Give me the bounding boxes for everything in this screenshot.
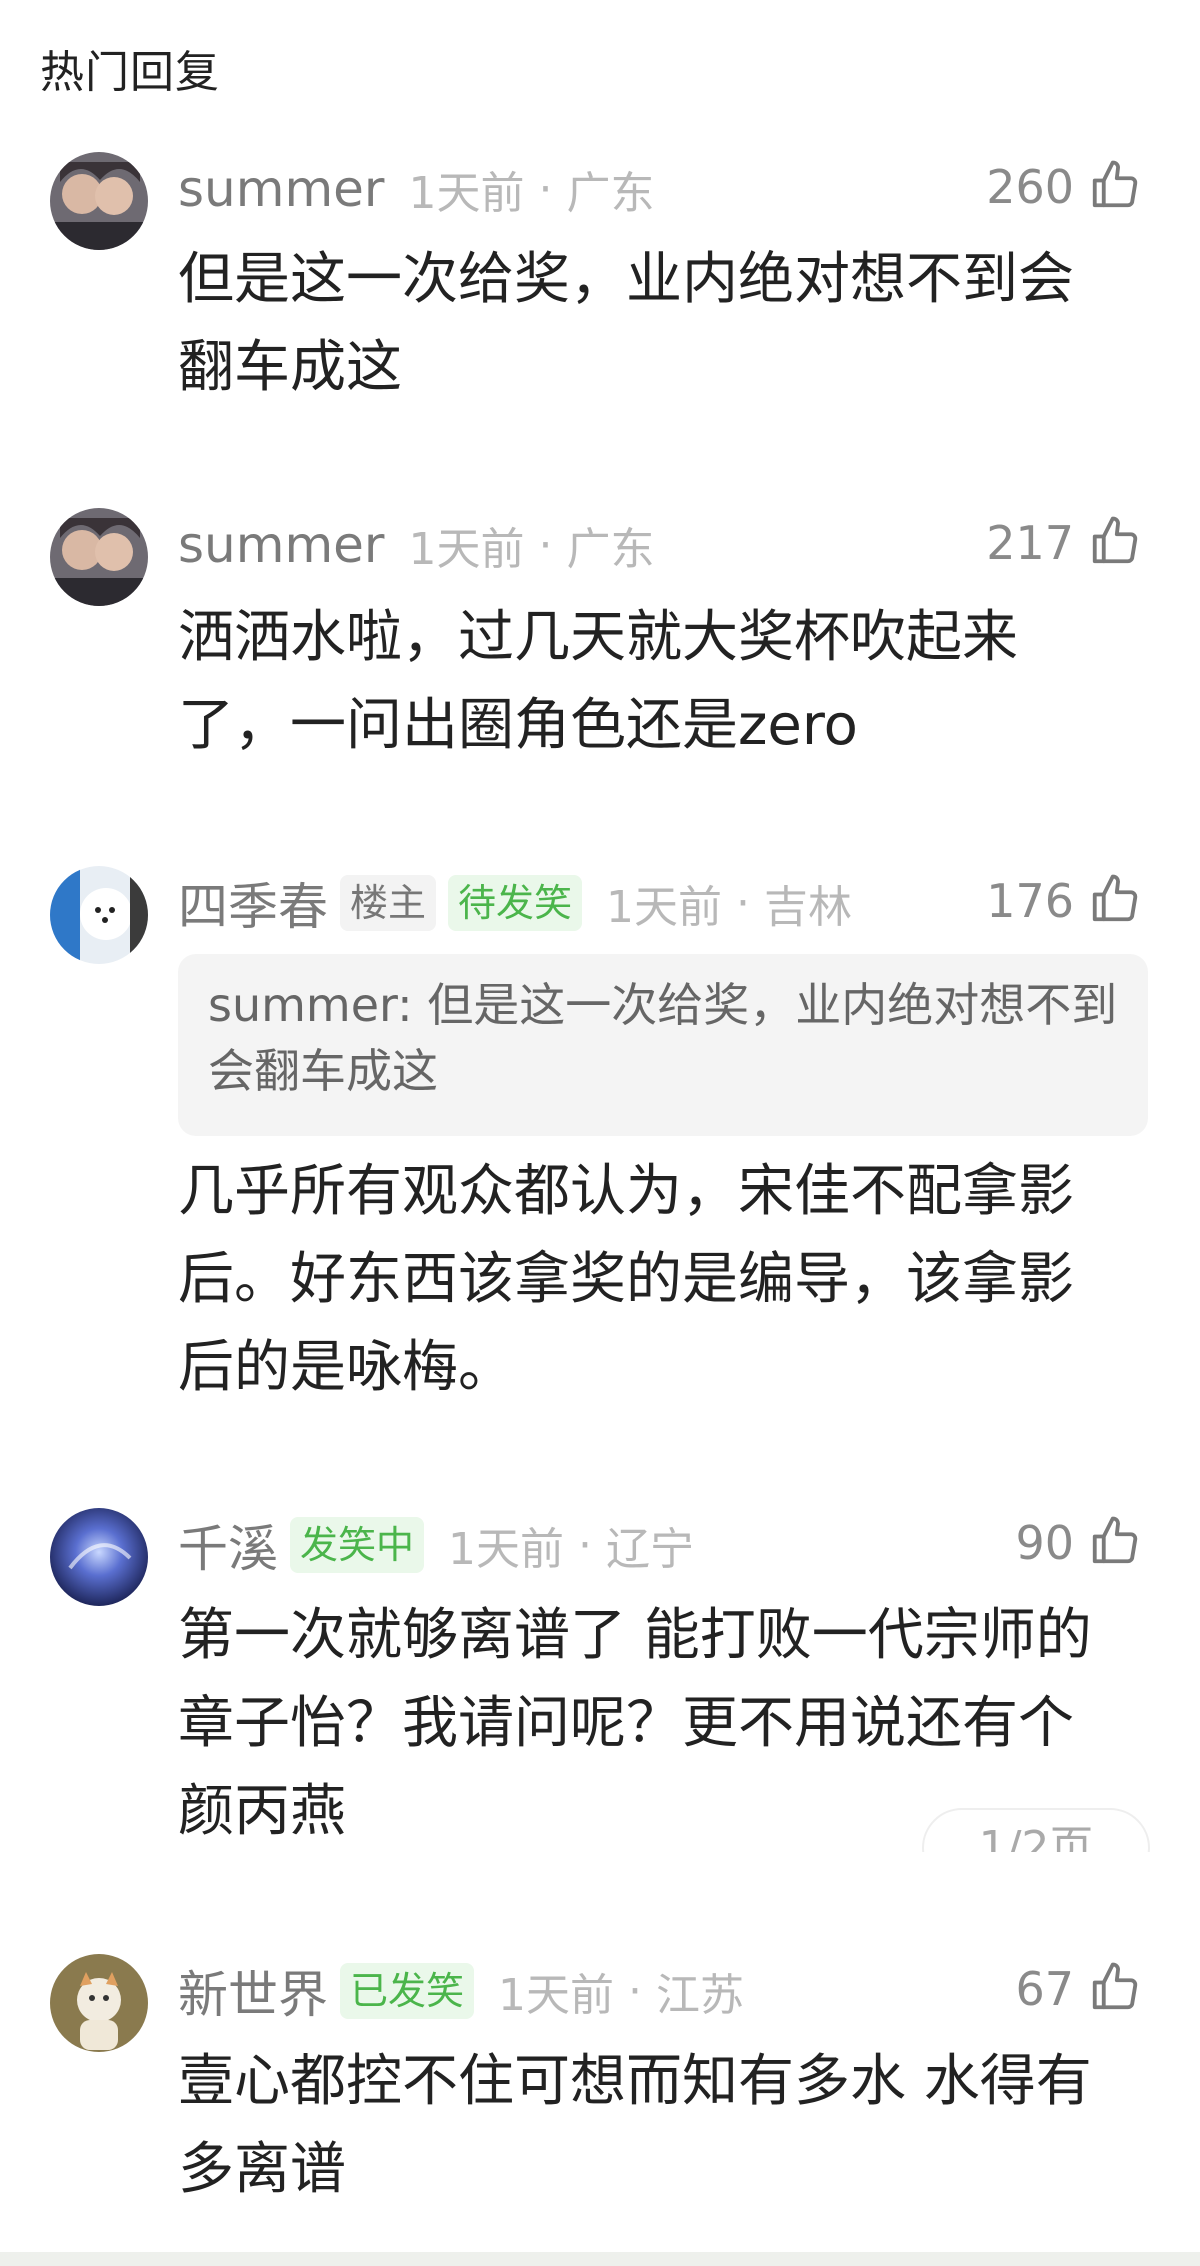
bottom-edge xyxy=(0,2252,1200,2266)
thumbs-up-icon xyxy=(1088,872,1142,930)
meta-separator: · xyxy=(628,1965,643,2017)
thumbs-up-icon xyxy=(1088,514,1142,572)
like-button[interactable]: 67 xyxy=(1015,1954,1142,2024)
op-badge: 楼主 xyxy=(340,875,437,931)
avatar[interactable] xyxy=(50,866,148,964)
like-count: 90 xyxy=(1015,1516,1074,1570)
thumbs-up-icon xyxy=(1088,1960,1142,2018)
avatar[interactable] xyxy=(50,1954,148,2052)
meta-separator: · xyxy=(578,1519,593,1571)
comment-time: 1天前 xyxy=(448,1524,565,1575)
comment-text: 几乎所有观众都认为，宋佳不配拿影后。好东西该拿奖的是编导，该拿影后的是咏梅。 xyxy=(178,1159,1074,1400)
comment-meta: summer 1天前 · 广东 xyxy=(178,154,654,224)
like-count: 260 xyxy=(986,160,1074,214)
like-button[interactable]: 260 xyxy=(986,152,1142,222)
section-title: 热门回复 xyxy=(40,47,220,98)
meta-separator: · xyxy=(538,519,553,571)
comment-time: 1天前 xyxy=(408,168,525,219)
comment-text: 洒洒水啦，过几天就大奖杯吹起来了，一问出圈角色还是zero xyxy=(178,605,1018,758)
username[interactable]: summer xyxy=(178,516,384,574)
comment-location: 广东 xyxy=(566,524,655,575)
comment-location: 江苏 xyxy=(656,1970,745,2021)
status-badge: 发笑中 xyxy=(290,1517,425,1573)
comment-meta: summer 1天前 · 广东 xyxy=(178,510,654,580)
comment-location: 广东 xyxy=(566,168,655,219)
username[interactable]: 千溪 xyxy=(178,1509,278,1581)
avatar[interactable] xyxy=(50,1508,148,1606)
username[interactable]: 新世界 xyxy=(178,1955,328,2027)
status-badge: 已发笑 xyxy=(340,1963,475,2019)
status-badge: 待发笑 xyxy=(448,875,583,931)
like-count: 217 xyxy=(986,516,1074,570)
comment-text: 壹心都控不住可想而知有多水 水得有多离谱 xyxy=(178,2049,1092,2202)
comment-location: 吉林 xyxy=(764,882,853,933)
avatar[interactable] xyxy=(50,508,148,606)
like-button[interactable]: 90 xyxy=(1015,1508,1142,1578)
avatar[interactable] xyxy=(50,152,148,250)
comment-meta: 四季春 楼主 待发笑 1天前 · 吉林 xyxy=(178,868,852,938)
quoted-reply[interactable]: summer: 但是这一次给奖，业内绝对想不到会翻车成这 xyxy=(178,954,1148,1136)
comment-time: 1天前 xyxy=(498,1970,615,2021)
comment-meta: 千溪 发笑中 1天前 · 辽宁 xyxy=(178,1510,694,1580)
comment-text: 但是这一次给奖，业内绝对想不到会翻车成这 xyxy=(178,247,1074,400)
divider xyxy=(0,1852,1200,1952)
thumbs-up-icon xyxy=(1088,158,1142,216)
meta-separator: · xyxy=(736,877,751,929)
like-button[interactable]: 176 xyxy=(986,866,1142,936)
comment-time: 1天前 xyxy=(606,882,723,933)
like-button[interactable]: 217 xyxy=(986,508,1142,578)
like-count: 176 xyxy=(986,874,1074,928)
comment-time: 1天前 xyxy=(408,524,525,575)
quote-text: summer: 但是这一次给奖，业内绝对想不到会翻车成这 xyxy=(208,978,1118,1098)
thumbs-up-icon xyxy=(1088,1514,1142,1572)
comment-meta: 新世界 已发笑 1天前 · 江苏 xyxy=(178,1956,744,2026)
meta-separator: · xyxy=(538,163,553,215)
like-count: 67 xyxy=(1015,1962,1074,2016)
username[interactable]: summer xyxy=(178,160,384,218)
username[interactable]: 四季春 xyxy=(178,867,328,939)
comment-location: 辽宁 xyxy=(606,1524,695,1575)
